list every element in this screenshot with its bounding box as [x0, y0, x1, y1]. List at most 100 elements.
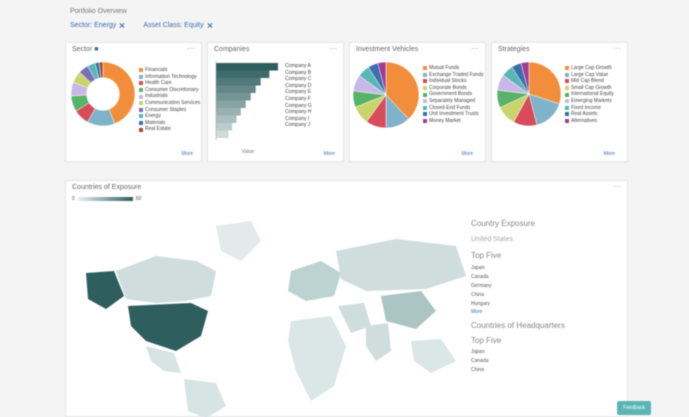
legend-item[interactable]: Exchange Traded Funds: [423, 72, 483, 79]
legend-item[interactable]: Consumer Discretionary: [139, 87, 200, 94]
legend-item[interactable]: Industrials: [139, 93, 200, 100]
legend-swatch: [423, 112, 427, 117]
legend-swatch: [565, 119, 569, 124]
legend-item[interactable]: Alternatives: [565, 118, 614, 125]
country-list-item[interactable]: China: [471, 366, 621, 375]
filter-chip[interactable]: Asset Class: Equity: [143, 22, 212, 29]
country-list-item[interactable]: Japan: [471, 348, 621, 357]
filter-chip[interactable]: Sector: Energy: [70, 22, 125, 29]
legend-swatch: [565, 86, 569, 91]
side-heading-2: Countries of Headquarters: [471, 321, 565, 330]
bar[interactable]: [216, 63, 278, 71]
bar[interactable]: [216, 115, 237, 124]
country-list-item[interactable]: Germany: [471, 282, 621, 291]
legend-item[interactable]: Consumer Staples: [139, 107, 200, 114]
bar[interactable]: [216, 93, 251, 101]
legend-item[interactable]: Mutual Funds: [423, 65, 483, 72]
bar-label: Company F: [285, 95, 311, 102]
bar-label: Company A: [285, 63, 311, 69]
legend-item[interactable]: Emerging Markets: [565, 98, 614, 105]
investment-vehicles-legend: Mutual Funds Exchange Traded Funds Individ…: [423, 65, 483, 124]
legend-item[interactable]: Materials: [139, 120, 200, 127]
legend-swatch: [565, 112, 569, 117]
legend-label: Fixed Income: [571, 104, 602, 111]
legend-label: Emerging Markets: [571, 97, 612, 104]
legend-item[interactable]: Communication Services: [139, 100, 200, 107]
country-europe: [288, 261, 341, 301]
more-link[interactable]: More: [471, 309, 621, 315]
side-heading: Country Exposure: [471, 219, 536, 228]
menu-icon[interactable]: ⋯: [613, 44, 622, 53]
legend-item[interactable]: Information Technology: [139, 74, 200, 81]
legend-swatch: [139, 88, 143, 93]
bar[interactable]: [216, 108, 241, 116]
close-icon[interactable]: [207, 23, 213, 29]
close-icon[interactable]: [119, 23, 125, 29]
menu-icon[interactable]: ⋯: [329, 44, 338, 53]
legend-label: Materials: [145, 119, 166, 126]
legend-item[interactable]: Closed-End Funds: [423, 105, 483, 112]
feedback-button[interactable]: Feedback: [617, 401, 651, 415]
panel-title: Countries of Exposure: [72, 184, 142, 191]
menu-icon[interactable]: ⋯: [187, 44, 196, 53]
legend-swatch: [139, 127, 143, 132]
more-link[interactable]: More: [462, 151, 473, 157]
panel-title: Strategies: [498, 46, 530, 53]
more-link[interactable]: More: [182, 151, 193, 157]
more-link[interactable]: More: [324, 151, 335, 157]
legend-item[interactable]: Energy: [139, 113, 200, 120]
legend-label: Industrials: [145, 93, 168, 100]
bar-label: Company G: [285, 102, 312, 109]
bar[interactable]: [216, 70, 270, 79]
legend-label: Money Market: [429, 117, 461, 124]
legend-label: Large Cap Value: [571, 71, 609, 78]
info-icon[interactable]: ■: [94, 46, 98, 53]
menu-icon[interactable]: ⋯: [613, 182, 622, 191]
legend-item[interactable]: Large Cap Value: [565, 72, 614, 79]
legend-item[interactable]: Money Market: [423, 118, 483, 125]
strategies-legend: Large Cap Growth Large Cap Value Mid Cap B…: [565, 65, 614, 124]
bar-label: Company B: [285, 69, 312, 76]
menu-icon[interactable]: ⋯: [471, 44, 480, 53]
legend-item[interactable]: Large Cap Growth: [565, 65, 614, 72]
legend-swatch: [139, 68, 143, 73]
country-list-item[interactable]: Hungary: [471, 300, 621, 309]
legend-swatch: [139, 121, 143, 126]
legend-item[interactable]: Fixed Income: [565, 105, 614, 112]
country-list-item[interactable]: Canada: [471, 273, 621, 282]
more-link[interactable]: More: [604, 151, 615, 157]
legend-item[interactable]: Corporate Bonds: [423, 85, 483, 92]
legend-swatch: [423, 72, 427, 77]
legend-item[interactable]: Health Care: [139, 80, 200, 87]
country-list-item[interactable]: Canada: [471, 357, 621, 366]
legend-item[interactable]: Real Assets: [565, 111, 614, 118]
legend-label: Information Technology: [145, 73, 197, 80]
bar[interactable]: [216, 130, 229, 139]
bar[interactable]: [216, 123, 233, 131]
legend-label: Communication Services: [145, 99, 201, 106]
legend-item[interactable]: Individual Stocks: [423, 78, 483, 85]
legend-item[interactable]: Real Estate: [139, 126, 200, 133]
panel-title: Companies: [214, 46, 250, 53]
legend-swatch: [423, 79, 427, 84]
country-list-item[interactable]: Japan: [471, 264, 621, 273]
active-filters: Sector: Energy Asset Class: Equity: [70, 22, 213, 29]
legend-swatch: [565, 92, 569, 97]
bar[interactable]: [216, 78, 261, 86]
top-five-label-2: Top Five: [471, 336, 502, 345]
legend-item[interactable]: Financials: [139, 67, 200, 74]
legend-item[interactable]: Unit Investment Trusts: [423, 111, 483, 118]
bar[interactable]: [216, 100, 246, 109]
legend-item[interactable]: Small Cap Growth: [565, 85, 614, 92]
bar-label: Company I: [285, 115, 310, 122]
legend-label: Energy: [145, 113, 161, 120]
bar-label: Company J: [285, 122, 311, 129]
country-list-item[interactable]: China: [471, 291, 621, 300]
legend-item[interactable]: Government Bonds: [423, 91, 483, 98]
legend-item[interactable]: International Equity: [565, 91, 614, 98]
legend-item[interactable]: Separately Managed: [423, 98, 483, 105]
legend-item[interactable]: Mid Cap Blend: [565, 78, 614, 85]
bar[interactable]: [216, 85, 256, 94]
legend-swatch: [423, 92, 427, 97]
bar-label: Company H: [285, 109, 312, 116]
